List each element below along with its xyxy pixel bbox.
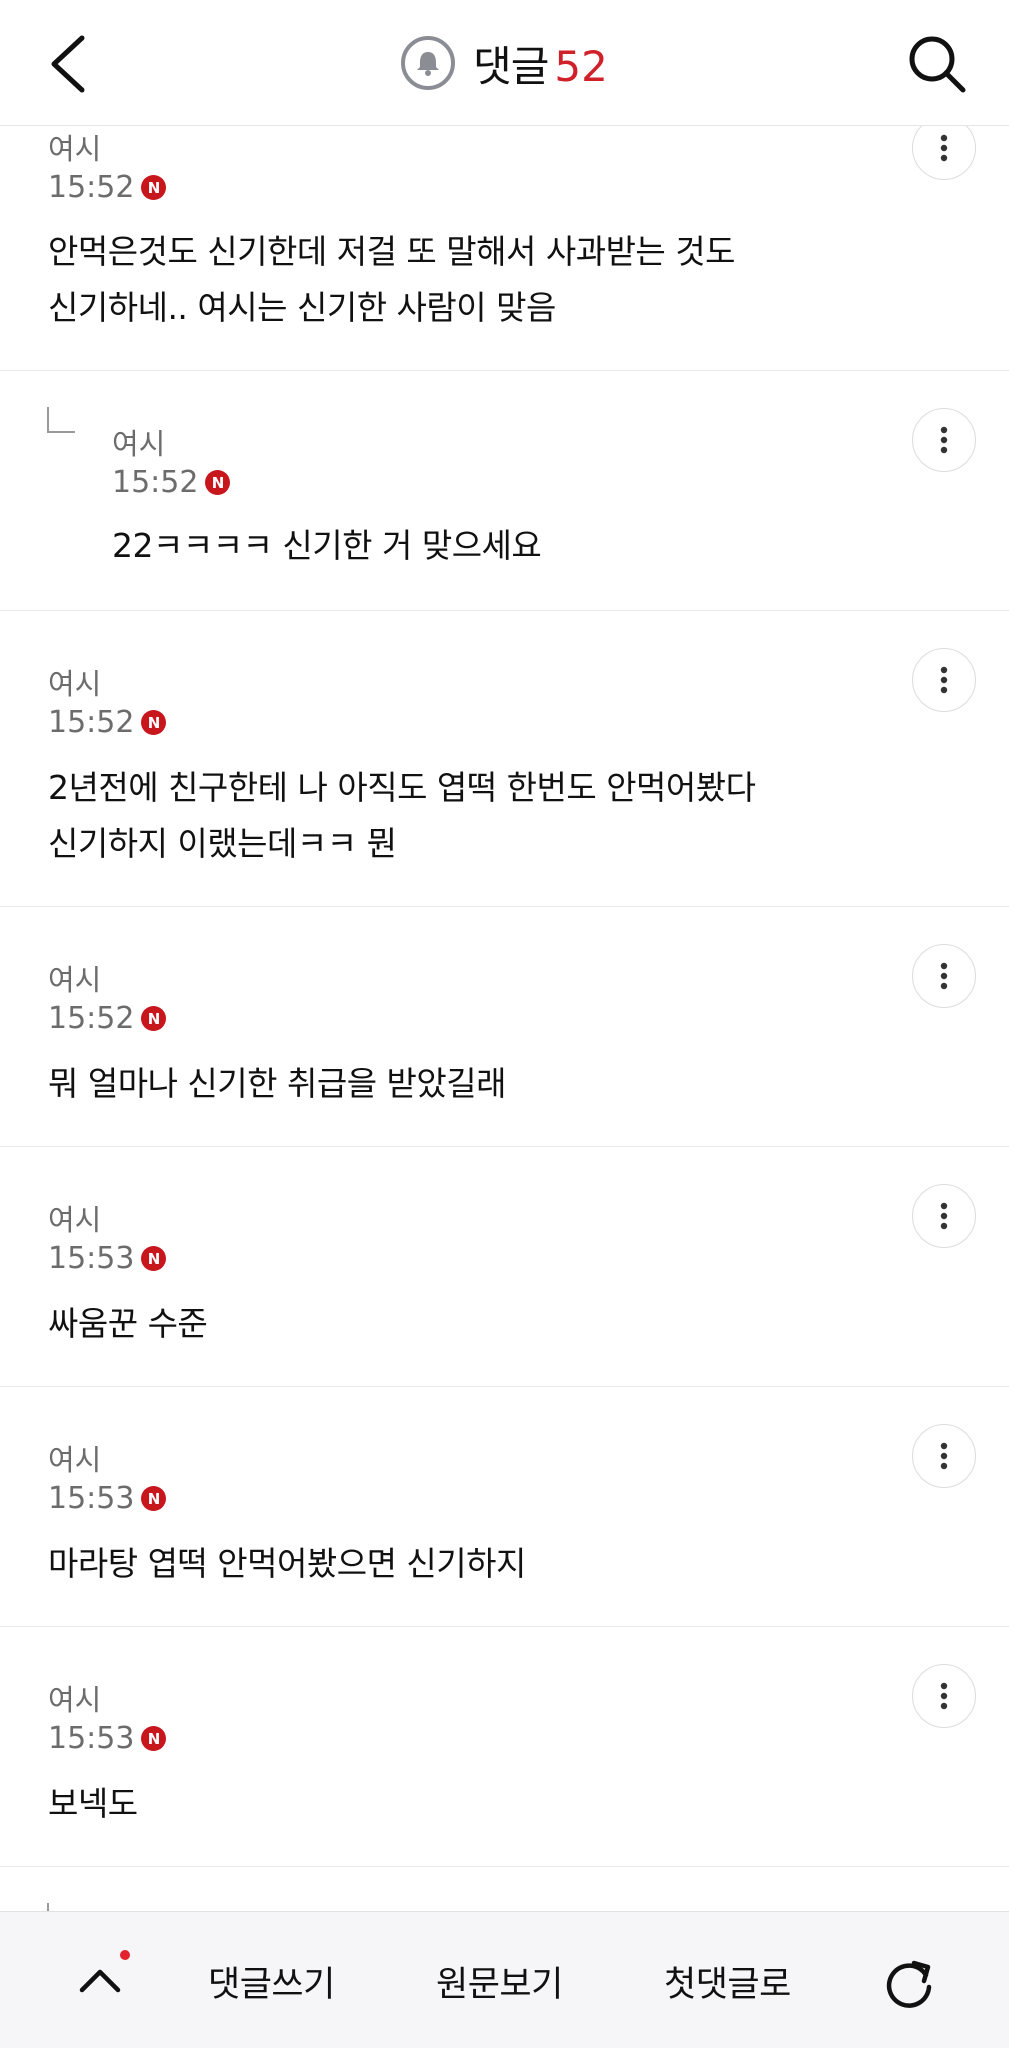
comment-time: 15:52 <box>48 705 135 740</box>
comment-time: 15:53 <box>48 1241 135 1276</box>
new-badge: N <box>141 175 167 200</box>
search-button[interactable] <box>901 28 973 100</box>
refresh-button[interactable] <box>877 1950 943 2016</box>
more-vertical-icon <box>940 1442 948 1470</box>
comment-line: 보넥도 <box>48 1784 138 1823</box>
comment-body: 보넥도 <box>48 1776 138 1832</box>
comment-meta: 15:52 N <box>48 1001 167 1036</box>
comment-author: 여시 <box>48 132 102 166</box>
comment-item: 여시 15:52 N 안먹은것도 신기한데 저걸 또 말해서 사과받는 것도 신… <box>0 116 1009 371</box>
notification-dot <box>120 1950 130 1960</box>
comment-time: 15:52 <box>48 170 135 205</box>
view-original-button[interactable]: 원문보기 <box>436 1956 563 2007</box>
new-badge: N <box>141 710 167 735</box>
comment-item: 여시 15:52 N 뭐 얼마나 신기한 취급을 받았길래 <box>0 907 1009 1147</box>
new-badge: N <box>141 1726 167 1751</box>
comment-meta: 15:53 N <box>48 1241 167 1276</box>
page-title: 댓글 <box>473 41 549 91</box>
more-options-button[interactable] <box>912 1184 976 1248</box>
comment-time: 15:52 <box>48 1001 135 1036</box>
comment-item: 여시 15:52 N 2년전에 친구한테 나 아직도 엽떡 한번도 안먹어봤다 … <box>0 611 1009 907</box>
new-badge: N <box>141 1006 167 1031</box>
comment-line: 신기하네.. 여시는 신기한 사람이 맞음 <box>48 288 556 327</box>
reply-item <box>0 1867 1009 1929</box>
comment-line: 뭐 얼마나 신기한 취급을 받았길래 <box>48 1064 507 1103</box>
comment-author: 여시 <box>48 963 102 997</box>
comment-body: 2년전에 친구한테 나 아직도 엽떡 한번도 안먹어봤다 신기하지 이랬는데ㅋㅋ… <box>48 760 756 872</box>
comment-body: 22ㅋㅋㅋㅋ 신기한 거 맞으세요 <box>112 518 542 574</box>
comment-meta: 15:53 N <box>48 1481 167 1516</box>
comment-author: 여시 <box>48 1203 102 1237</box>
comment-count: 52 <box>554 41 608 91</box>
reply-indicator-icon <box>47 407 75 433</box>
more-options-button[interactable] <box>912 1424 976 1488</box>
new-badge: N <box>141 1246 167 1271</box>
more-options-button[interactable] <box>912 408 976 472</box>
more-options-button[interactable] <box>912 944 976 1008</box>
comment-meta: 15:52 N <box>48 705 167 740</box>
bottom-toolbar: 댓글쓰기 원문보기 첫댓글로 <box>0 1911 1009 2048</box>
comment-line: 신기하지 이랬는데ㅋㅋ 뭔 <box>48 824 397 863</box>
reply-item: 여시 15:52 N 22ㅋㅋㅋㅋ 신기한 거 맞으세요 <box>0 371 1009 611</box>
chevron-up-icon <box>79 1969 121 1993</box>
new-badge: N <box>141 1486 167 1511</box>
top-header: 댓글 52 <box>0 0 1009 126</box>
bell-icon[interactable] <box>401 36 456 90</box>
write-comment-button[interactable]: 댓글쓰기 <box>208 1956 335 2007</box>
search-icon <box>909 36 966 93</box>
more-vertical-icon <box>940 1202 948 1230</box>
header-title-group: 댓글 52 <box>0 30 1009 96</box>
more-vertical-icon <box>940 426 948 454</box>
comment-line: 싸움꾼 수준 <box>48 1304 208 1343</box>
comment-body: 마라탕 엽떡 안먹어봤으면 신기하지 <box>48 1536 526 1592</box>
comment-time: 15:53 <box>48 1481 135 1516</box>
more-vertical-icon <box>940 962 948 990</box>
more-options-button[interactable] <box>912 1664 976 1728</box>
more-vertical-icon <box>940 1682 948 1710</box>
comment-item: 여시 15:53 N 싸움꾼 수준 <box>0 1147 1009 1387</box>
comment-item: 여시 15:53 N 보넥도 <box>0 1627 1009 1867</box>
comment-time: 15:53 <box>48 1721 135 1756</box>
comment-item: 여시 15:53 N 마라탕 엽떡 안먹어봤으면 신기하지 <box>0 1387 1009 1627</box>
comment-line: 2년전에 친구한테 나 아직도 엽떡 한번도 안먹어봤다 <box>48 768 756 807</box>
comment-line: 마라탕 엽떡 안먹어봤으면 신기하지 <box>48 1544 526 1583</box>
comment-meta: 15:53 N <box>48 1721 167 1756</box>
comment-time: 15:52 <box>112 465 199 500</box>
comment-body: 뭐 얼마나 신기한 취급을 받았길래 <box>48 1056 507 1112</box>
more-vertical-icon <box>940 134 948 162</box>
more-vertical-icon <box>940 666 948 694</box>
comment-author: 여시 <box>48 1443 102 1477</box>
comment-meta: 15:52 N <box>112 465 231 500</box>
comment-body: 안먹은것도 신기한데 저걸 또 말해서 사과받는 것도 신기하네.. 여시는 신… <box>48 224 736 336</box>
more-options-button[interactable] <box>912 648 976 712</box>
comment-author: 여시 <box>48 1683 102 1717</box>
comment-author: 여시 <box>48 667 102 701</box>
comment-line: 안먹은것도 신기한데 저걸 또 말해서 사과받는 것도 <box>48 232 736 271</box>
comment-author: 여시 <box>112 427 166 461</box>
comment-line: 22ㅋㅋㅋㅋ 신기한 거 맞으세요 <box>112 526 542 565</box>
comment-body: 싸움꾼 수준 <box>48 1296 208 1352</box>
new-badge: N <box>205 470 231 495</box>
comment-meta: 15:52 N <box>48 170 167 205</box>
refresh-icon <box>886 1960 932 2008</box>
first-comment-button[interactable]: 첫댓글로 <box>664 1956 791 2007</box>
app-root: 댓글 52 여시 15:52 N 안먹은것도 신기한데 저걸 또 말해서 사과받는… <box>0 0 1009 2048</box>
